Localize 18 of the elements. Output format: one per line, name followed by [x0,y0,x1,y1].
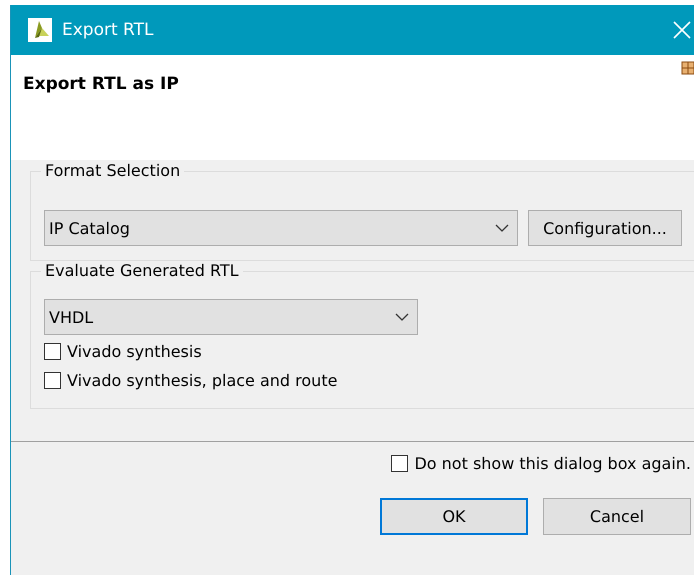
checkbox[interactable] [44,343,61,360]
chevron-down-icon [495,224,509,232]
checkbox[interactable] [44,372,61,389]
app-logo-icon [28,18,52,42]
checkbox[interactable] [391,455,408,472]
cancel-button[interactable]: Cancel [543,498,691,535]
configuration-button[interactable]: Configuration... [528,210,682,246]
dropdown[interactable]: IP Catalog [44,210,518,246]
dropdown[interactable]: VHDL [44,299,418,335]
close-icon[interactable] [673,21,691,39]
grid-icon [681,61,694,75]
window-title: Export RTL [62,20,154,40]
checkbox-label: Vivado synthesis [67,342,202,361]
dialog-heading: Export RTL as IP [23,74,179,94]
checkbox-label: Do not show this dialog box again. [414,454,691,473]
ok-button[interactable]: OK [380,498,528,535]
chevron-down-icon [395,313,409,321]
checkbox-label: Vivado synthesis, place and route [67,371,338,390]
